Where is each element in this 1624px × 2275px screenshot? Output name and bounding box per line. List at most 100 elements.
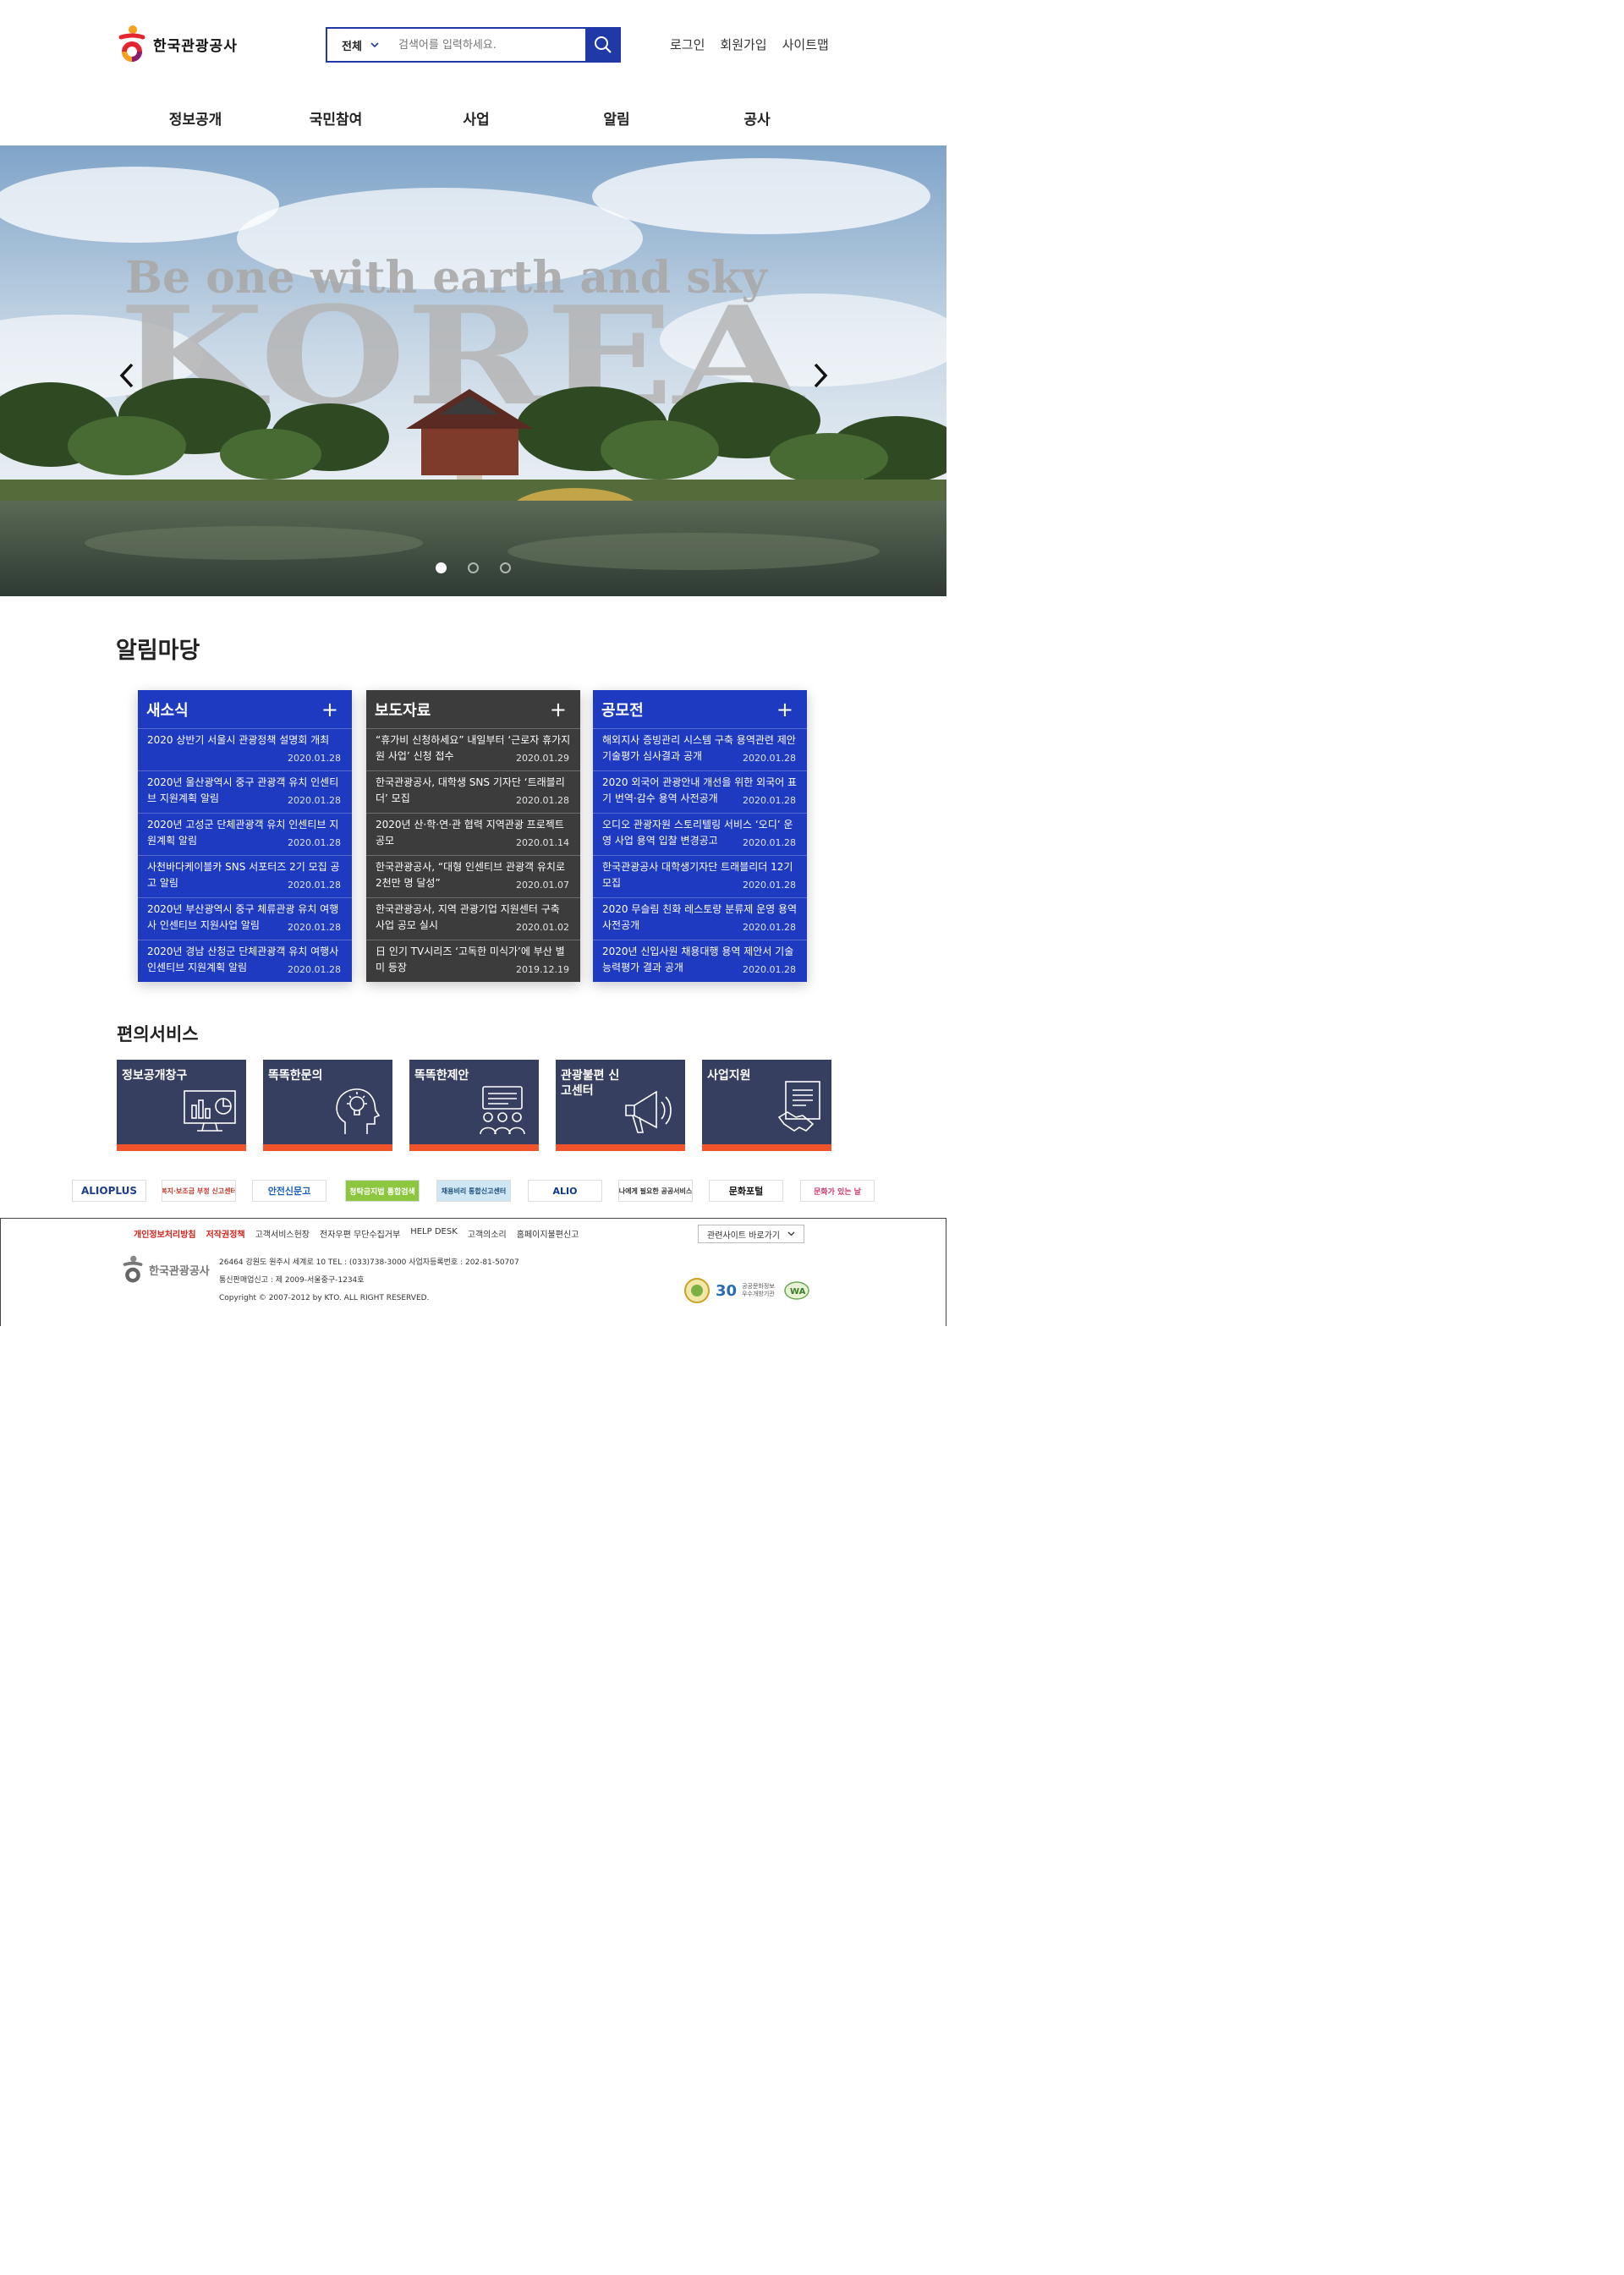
- item-date: 2020.01.28: [288, 753, 341, 764]
- search-button[interactable]: [585, 27, 621, 63]
- search-input[interactable]: [393, 29, 585, 61]
- item-date: 2020.01.28: [516, 795, 569, 806]
- service-smart-inquiry[interactable]: 똑똑한문의: [263, 1060, 392, 1151]
- badge-30: 30: [716, 1281, 738, 1300]
- board-title: 새소식: [146, 701, 189, 720]
- board-item[interactable]: 오디오 관광자원 스토리텔링 서비스 ‘오디’ 운영 사업 용역 입찰 변경공고…: [593, 813, 807, 855]
- banner-culture-day[interactable]: 문화가 있는 날: [800, 1180, 875, 1202]
- service-smart-proposal[interactable]: 똑똑한제안: [409, 1060, 539, 1151]
- wa-accessibility-icon: WA: [784, 1281, 809, 1300]
- item-date: 2020.01.02: [516, 922, 569, 933]
- slider-dot[interactable]: [436, 562, 447, 573]
- search-scope-label: 전체: [342, 40, 362, 53]
- nav-item-info-disclosure[interactable]: 정보공개: [125, 107, 266, 129]
- board-item[interactable]: 2020 상반기 서울시 관광정책 설명회 개최 2020.01.28: [138, 728, 352, 770]
- search-bar: 전체: [326, 27, 621, 63]
- nav-item-business[interactable]: 사업: [406, 107, 546, 129]
- item-date: 2020.01.28: [743, 837, 796, 848]
- banner-subsidy-report[interactable]: 복지·보조금 부정 신고센터: [162, 1180, 236, 1202]
- service-label: 똑똑한문의: [268, 1069, 323, 1083]
- notice-section-title: 알림마당: [116, 638, 200, 664]
- footer-link-privacy[interactable]: 개인정보처리방침: [134, 1227, 196, 1240]
- service-tourism-complaint[interactable]: 관광불편 신고센터: [556, 1060, 685, 1151]
- handshake-document-icon: [777, 1081, 820, 1132]
- sitemap-link[interactable]: 사이트맵: [782, 36, 829, 53]
- related-sites-select[interactable]: 관련사이트 바로가기: [698, 1225, 804, 1243]
- kto-logo-gray-icon: [123, 1255, 143, 1283]
- footer-link-helpdesk[interactable]: HELP DESK: [410, 1227, 458, 1240]
- nav-item-participation[interactable]: 국민참여: [266, 107, 406, 129]
- board-more-button[interactable]: +: [776, 698, 793, 721]
- board-item[interactable]: 2020년 경남 산청군 단체관광객 유치 여행사 인센티브 지원계획 알림 20…: [138, 940, 352, 982]
- board-item[interactable]: “휴가비 신청하세요” 내일부터 ‘근로자 휴가지원 사업’ 신청 접수 2020…: [366, 728, 580, 770]
- banner-antigraft-search[interactable]: 청탁금지법 통합검색: [345, 1180, 420, 1202]
- item-date: 2020.01.29: [516, 753, 569, 764]
- banner-alioplus[interactable]: ALIOPLUS: [72, 1180, 146, 1202]
- logo-text: 한국관광공사: [153, 37, 238, 55]
- item-date: 2020.01.28: [288, 795, 341, 806]
- board-more-button[interactable]: +: [321, 698, 338, 721]
- board-item[interactable]: 해외지사 증빙관리 시스템 구축 용역관련 제안 기술평가 심사결과 공개 202…: [593, 728, 807, 770]
- board-item[interactable]: 한국관광공사, “대형 인센티브 관광객 유치로 2천만 명 달성” 2020.0…: [366, 855, 580, 897]
- banner-culture-portal[interactable]: 문화포털: [709, 1180, 783, 1202]
- footer-link-charter[interactable]: 고객서비스헌장: [255, 1227, 310, 1240]
- chevron-down-icon: [370, 41, 379, 47]
- banner-alio[interactable]: ALIO: [528, 1180, 602, 1202]
- board-item[interactable]: 2020년 산·학·연·관 협력 지역관광 프로젝트 공모 2020.01.14: [366, 813, 580, 855]
- item-date: 2020.01.07: [516, 880, 569, 891]
- footer-logo: 한국관광공사: [121, 1255, 210, 1284]
- service-info-request[interactable]: 정보공개창구: [117, 1060, 246, 1151]
- footer-link-voice[interactable]: 고객의소리: [468, 1227, 507, 1240]
- search-scope-select[interactable]: 전체: [327, 29, 393, 61]
- slider-dot[interactable]: [500, 562, 511, 573]
- item-date: 2020.01.28: [743, 922, 796, 933]
- board-title: 보도자료: [375, 701, 431, 720]
- hero-image: Be one with earth and sky KOREA: [0, 145, 946, 596]
- services-section-title: 편의서비스: [117, 1024, 199, 1044]
- site-logo[interactable]: 한국관광공사: [116, 24, 243, 64]
- board-item[interactable]: 한국관광공사, 대학생 SNS 기자단 ‘트래블리더’ 모집 2020.01.28: [366, 770, 580, 813]
- banner-safety-report[interactable]: 안전신문고: [252, 1180, 326, 1202]
- service-label: 정보공개창구: [122, 1069, 188, 1083]
- board-item[interactable]: 2020년 울산광역시 중구 관광객 유치 인센티브 지원계획 알림 2020.0…: [138, 770, 352, 813]
- board-item[interactable]: 2020 무슬림 친화 레스토랑 분류제 운영 용역 사전공개 2020.01.2…: [593, 897, 807, 940]
- board-item[interactable]: 한국관광공사, 지역 관광기업 지원센터 구축 사업 공모 실시 2020.01.…: [366, 897, 580, 940]
- slider-prev-arrow-icon[interactable]: [117, 362, 137, 389]
- press-board: 보도자료 + “휴가비 신청하세요” 내일부터 ‘근로자 휴가지원 사업’ 신청…: [366, 690, 580, 982]
- nav-item-company[interactable]: 공사: [687, 107, 827, 129]
- footer-link-copyright[interactable]: 저작권정책: [206, 1227, 245, 1240]
- chevron-down-icon: [787, 1231, 795, 1236]
- service-label: 사업지원: [707, 1069, 751, 1083]
- item-date: 2020.01.28: [288, 922, 341, 933]
- item-date: 2020.01.28: [743, 964, 796, 975]
- nav-item-notice[interactable]: 알림: [546, 107, 687, 129]
- related-sites-label: 관련사이트 바로가기: [707, 1231, 780, 1241]
- board-item[interactable]: 2020년 부산광역시 중구 체류관광 유치 여행사 인센티브 지원사업 알림 2…: [138, 897, 352, 940]
- board-item[interactable]: 한국관광공사 대학생기자단 트래블리더 12기 모집 2020.01.28: [593, 855, 807, 897]
- footer-certifications: 30 공공문화정보 우수개방기관 WA: [683, 1277, 809, 1304]
- board-item[interactable]: 2020년 신입사원 채용대행 용역 제안서 기술능력평가 결과 공개 2020.…: [593, 940, 807, 982]
- item-date: 2020.01.28: [743, 880, 796, 891]
- banner-public-service[interactable]: 나에게 필요한 공공서비스: [618, 1180, 693, 1202]
- footer-link-email-policy[interactable]: 전자우편 무단수집거부: [320, 1227, 400, 1240]
- board-item[interactable]: 2020년 고성군 단체관광객 유치 인센티브 지원계획 알림 2020.01.2…: [138, 813, 352, 855]
- board-more-button[interactable]: +: [550, 698, 567, 721]
- megaphone-icon: [625, 1090, 672, 1133]
- board-item[interactable]: 日 인기 TV시리즈 ‘고독한 미식가’에 부산 별미 등장 2019.12.19: [366, 940, 580, 982]
- board-item[interactable]: 사천바다케이블카 SNS 서포터즈 2기 모집 공고 알림 2020.01.28: [138, 855, 352, 897]
- item-date: 2020.01.14: [516, 837, 569, 848]
- hero-slider: Be one with earth and sky KOREA: [0, 145, 946, 596]
- kto-logo-icon: [116, 25, 148, 63]
- board-title: 공모전: [601, 701, 644, 720]
- signup-link[interactable]: 회원가입: [720, 36, 766, 53]
- board-item[interactable]: 2020 외국어 관광안내 개선을 위한 외국어 표기 번역·감수 용역 사전공…: [593, 770, 807, 813]
- banner-hiring-report[interactable]: 채용비리 통합신고센터: [436, 1180, 511, 1202]
- main-navigation: 정보공개 국민참여 사업 알림 공사: [125, 107, 827, 129]
- footer-link-feedback[interactable]: 홈페이지불편신고: [517, 1227, 579, 1240]
- login-link[interactable]: 로그인: [670, 36, 705, 53]
- slider-next-arrow-icon[interactable]: [810, 362, 831, 389]
- slider-dot[interactable]: [468, 562, 479, 573]
- service-business-support[interactable]: 사업지원: [702, 1060, 831, 1151]
- service-label: 똑똑한제안: [414, 1069, 469, 1083]
- item-date: 2020.01.28: [288, 837, 341, 848]
